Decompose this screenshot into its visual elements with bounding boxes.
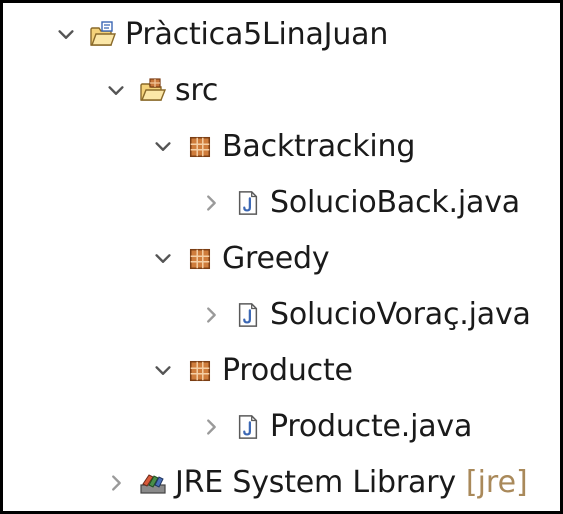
library-icon [139,469,167,497]
tree-item-label: JRE System Library [175,465,456,500]
source-folder-icon [139,77,167,105]
tree-item-label: Producte.java [270,409,473,444]
chevron-down-icon[interactable] [150,134,176,160]
chevron-down-icon[interactable] [150,246,176,272]
package-icon [186,245,214,273]
library-decoration: [jre] [465,465,528,500]
package-icon [186,133,214,161]
package-explorer-tree: Pràctica5LinaJuan src Backtracking Soluc… [0,0,563,514]
tree-item-package-greedy[interactable]: Greedy [150,234,330,284]
tree-item-file-soluciobback[interactable]: SolucioBack.java [198,178,520,228]
java-file-icon [234,413,262,441]
tree-item-label: Pràctica5LinaJuan [125,17,389,52]
tree-item-file-producte[interactable]: Producte.java [198,402,472,452]
tree-item-file-soluciovorac[interactable]: SolucioVoraç.java [198,290,531,340]
chevron-right-icon[interactable] [198,414,224,440]
chevron-down-icon[interactable] [53,22,79,48]
tree-item-package-producte[interactable]: Producte [150,346,353,396]
tree-item-project[interactable]: Pràctica5LinaJuan [53,10,388,60]
tree-item-label: SolucioVoraç.java [270,297,531,332]
package-icon [186,357,214,385]
tree-item-label: src [175,73,219,108]
tree-item-package-backtracking[interactable]: Backtracking [150,122,415,172]
java-file-icon [234,301,262,329]
chevron-right-icon[interactable] [198,302,224,328]
tree-item-src[interactable]: src [103,66,218,116]
tree-item-label: Backtracking [222,129,416,164]
java-project-folder-icon [89,21,117,49]
chevron-down-icon[interactable] [103,78,129,104]
tree-item-label: SolucioBack.java [270,185,520,220]
tree-item-jre-library[interactable]: JRE System Library [jre] [103,458,528,508]
chevron-right-icon[interactable] [198,190,224,216]
java-file-icon [234,189,262,217]
tree-item-label: Producte [222,353,353,388]
tree-item-label: Greedy [222,241,330,276]
chevron-down-icon[interactable] [150,358,176,384]
chevron-right-icon[interactable] [103,470,129,496]
